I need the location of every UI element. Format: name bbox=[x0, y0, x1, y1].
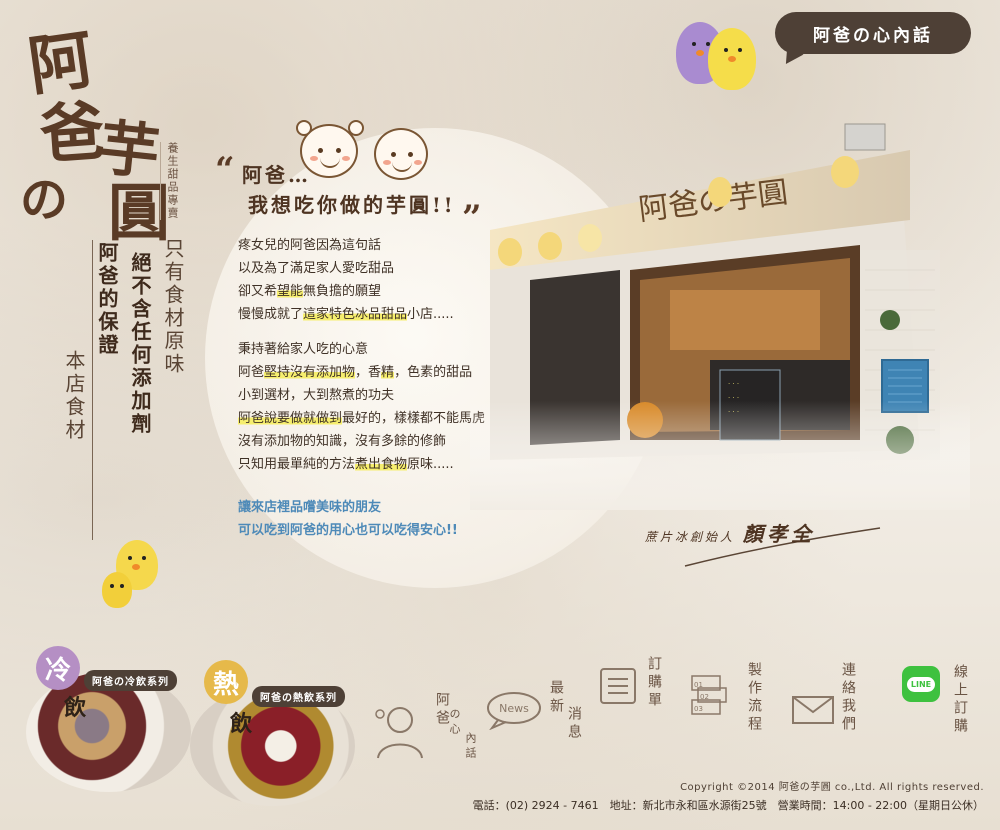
nav-news-label-2: 消息 bbox=[566, 706, 582, 742]
nav-line-label: 線上訂購 bbox=[952, 664, 968, 736]
site-logo[interactable]: 阿 爸 の 芋 圓 養生甜品專賣 bbox=[20, 12, 190, 249]
slogan-col-4: 本店食材 bbox=[62, 350, 86, 442]
chick-mascot-icon bbox=[102, 572, 132, 608]
line-app-icon: LINE bbox=[902, 666, 940, 702]
order-list-icon bbox=[600, 668, 636, 704]
svg-text:02: 02 bbox=[700, 693, 709, 701]
founder-name: 顏孝全 bbox=[743, 522, 816, 546]
heart-talk-bubble-label: 阿爸の心內話 bbox=[813, 25, 933, 46]
cold-series-label: 阿爸の冷飲系列 bbox=[84, 670, 177, 691]
nav-news[interactable]: News 最新 消息 bbox=[486, 680, 586, 760]
process-steps-icon: 01 02 03 bbox=[691, 675, 727, 715]
shop-storefront-photo: 阿爸の芋圓 · · ·· · ·· · · bbox=[470, 120, 970, 510]
hot-series-label: 阿爸の熱飲系列 bbox=[252, 686, 345, 707]
nav-process-label: 製作流程 bbox=[746, 662, 762, 734]
founder-role: 蔗片冰創始人 bbox=[645, 530, 736, 544]
nav-news-label-1: 最新 bbox=[548, 680, 564, 716]
nav-order-form[interactable]: 訂購單 bbox=[598, 656, 678, 726]
nav-heart-talk[interactable]: 阿爸 の心 內話 bbox=[370, 680, 480, 770]
logo-tagline: 養生甜品專賣 bbox=[160, 142, 180, 220]
line-icon-text: LINE bbox=[906, 676, 936, 692]
slogan-col-1: 只有食材原味 bbox=[161, 238, 185, 376]
story-headline: 阿爸… 我想吃你做的芋圓!! bbox=[232, 160, 472, 220]
dad-avatar-icon bbox=[375, 707, 423, 759]
svg-text:News: News bbox=[499, 702, 529, 715]
nav-contact-label: 連絡我們 bbox=[840, 662, 856, 734]
svg-text:03: 03 bbox=[694, 705, 703, 713]
nav-order-label: 訂購單 bbox=[646, 656, 662, 710]
yellow-chick-icon bbox=[708, 28, 756, 90]
slogan-col-2: 絕不含任何添加劑 bbox=[128, 252, 152, 436]
cold-char: 飲 bbox=[64, 695, 87, 721]
cold-badge: 冷 bbox=[36, 646, 80, 690]
envelope-icon bbox=[792, 696, 834, 724]
headline-line-1: 阿爸… bbox=[242, 163, 311, 187]
cold-drinks-link[interactable]: 冷 飲 阿爸の冷飲系列 bbox=[26, 646, 196, 796]
founder-signature: 蔗片冰創始人 顏孝全 bbox=[645, 518, 815, 547]
heart-talk-bubble-button[interactable]: 阿爸の心內話 bbox=[775, 12, 971, 54]
nav-heart-talk-label-2: の心 bbox=[448, 708, 461, 738]
hot-badge: 熱 bbox=[204, 660, 248, 704]
nav-heart-talk-label-3: 內話 bbox=[464, 732, 477, 762]
nav-line-order[interactable]: LINE 線上訂購 bbox=[900, 660, 980, 750]
svg-text:01: 01 bbox=[694, 681, 703, 689]
story-closing: 讓來店裡品嚐美味的朋友 可以吃到阿爸的用心也可以吃得安心!! bbox=[238, 496, 458, 542]
closing-line-1: 讓來店裡品嚐美味的朋友 bbox=[238, 500, 382, 515]
headline-line-2: 我想吃你做的芋圓!! bbox=[248, 193, 456, 217]
footer-contact-info: 電話：(02) 2924 - 7461 地址：新北市永和區水源街25號 營業時間… bbox=[472, 799, 984, 812]
nav-contact-us[interactable]: 連絡我們 bbox=[790, 662, 880, 742]
nav-production-process[interactable]: 01 02 03 製作流程 bbox=[688, 662, 778, 742]
news-bubble-icon: News bbox=[487, 692, 541, 730]
slogan-col-3: 阿爸的保證 bbox=[95, 242, 119, 357]
hot-drinks-link[interactable]: 熱 飲 阿爸の熱飲系列 bbox=[190, 660, 360, 810]
hot-char: 飲 bbox=[230, 711, 253, 737]
footer-copyright: Copyright ©2014 阿爸の芋圓 co.,Ltd. All right… bbox=[680, 782, 984, 793]
logo-char: の bbox=[20, 172, 69, 228]
vertical-slogan: 只有食材原味 絕不含任何添加劑 阿爸的保證 本店食材 bbox=[60, 238, 188, 568]
closing-line-2: 可以吃到阿爸的用心也可以吃得安心!! bbox=[238, 523, 458, 538]
